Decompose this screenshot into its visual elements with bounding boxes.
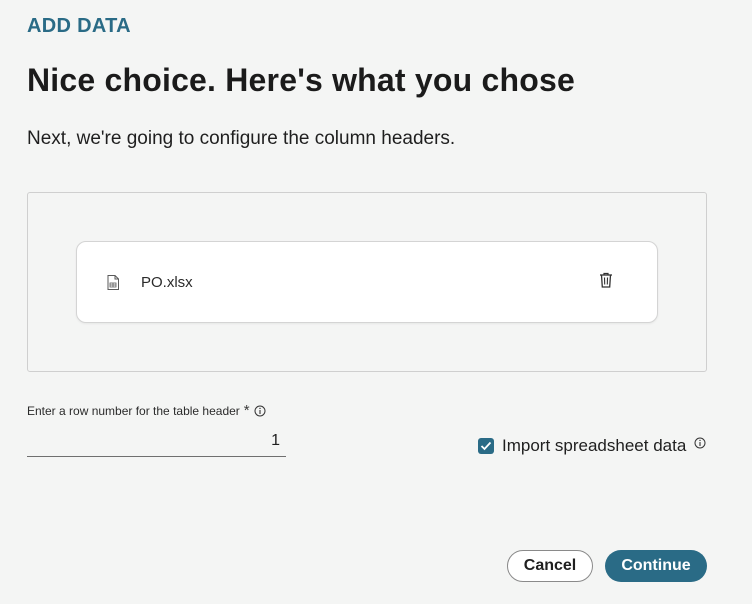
checkbox-checked-icon[interactable] [478, 438, 494, 454]
trash-icon[interactable] [599, 272, 617, 292]
uploaded-file-card: PO.xlsx [76, 241, 658, 323]
page-subtitle: Next, we're going to configure the colum… [27, 128, 456, 149]
import-spreadsheet-checkbox[interactable]: Import spreadsheet data [478, 436, 706, 456]
spreadsheet-file-icon [107, 275, 119, 290]
file-name: PO.xlsx [141, 274, 193, 291]
row-number-label-text: Enter a row number for the table header [27, 404, 240, 418]
import-info-icon[interactable] [694, 436, 706, 449]
page-title: Nice choice. Here's what you chose [27, 62, 575, 98]
required-marker: * [243, 402, 250, 419]
continue-button[interactable]: Continue [605, 550, 707, 582]
section-eyebrow: ADD DATA [27, 15, 131, 37]
cancel-button[interactable]: Cancel [507, 550, 593, 582]
info-icon[interactable] [254, 405, 266, 417]
import-spreadsheet-label: Import spreadsheet data [502, 436, 687, 455]
row-number-label: Enter a row number for the table header … [27, 402, 266, 419]
file-dropzone[interactable]: PO.xlsx [27, 192, 707, 372]
add-data-page: ADD DATA Nice choice. Here's what you ch… [0, 0, 752, 604]
row-number-input[interactable] [27, 426, 286, 457]
